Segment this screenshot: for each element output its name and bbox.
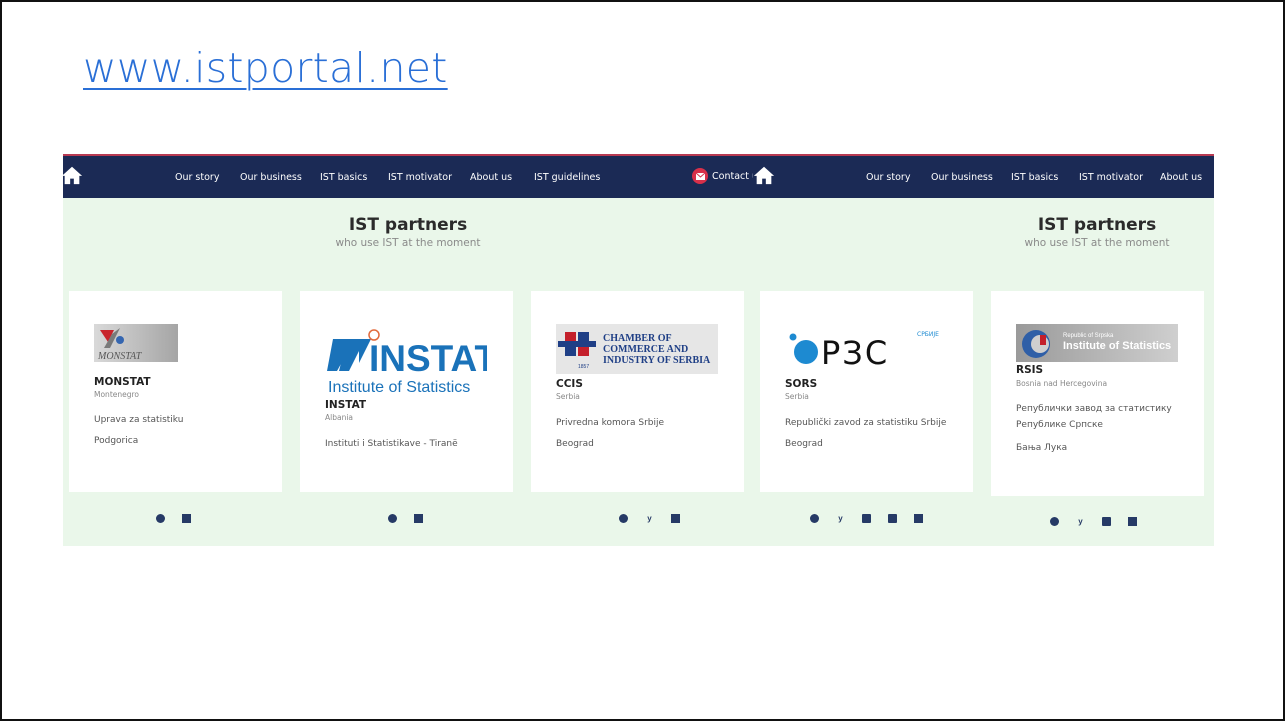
globe-icon[interactable] — [810, 514, 819, 523]
nav-ist-motivator[interactable]: IST motivator — [1079, 172, 1143, 183]
rsis-logo-small-text: Republic of Srpska — [1063, 333, 1114, 339]
twitter-icon[interactable]: y — [645, 514, 654, 523]
partner-name: Републички завод за статистику — [1016, 404, 1172, 414]
navbar: Our story Our business IST basics IST mo… — [63, 154, 753, 198]
partner-city: Beograd — [556, 439, 594, 449]
social-links-instat — [388, 514, 423, 523]
partner-name: Uprava za statistiku — [94, 415, 184, 425]
nav-our-story[interactable]: Our story — [866, 172, 910, 183]
section-subtitle: who use IST at the moment — [1024, 237, 1170, 249]
monstat-logo-text: MONSTAT — [97, 351, 143, 362]
navbar: Our story Our business IST basics IST mo… — [753, 154, 1214, 198]
partner-card-monstat[interactable]: MONSTAT MONSTAT Montenegro Uprava za sta… — [69, 291, 282, 492]
partner-country: Montenegro — [94, 390, 140, 399]
globe-icon[interactable] — [156, 514, 165, 523]
partner-city: Бања Лука — [1016, 443, 1068, 453]
sors-logo-text: РЗС — [821, 334, 889, 372]
partner-card-instat[interactable]: INSTAT Institute of Statistics INSTAT Al… — [300, 291, 513, 492]
ccis-logo-text-2: COMMERCE AND — [603, 344, 688, 355]
twitter-icon[interactable]: y — [836, 514, 845, 523]
rsis-logo-text: Institute of Statistics — [1063, 340, 1171, 352]
sors-logo-small-text: СРБИЈЕ — [917, 331, 939, 338]
social-links-sors: y — [810, 514, 923, 523]
envelope-icon[interactable] — [182, 514, 191, 523]
ccis-logo: 1857 CHAMBER OF COMMERCE AND INDUSTRY OF… — [556, 324, 718, 374]
partner-name: Privredna komora Srbije — [556, 418, 665, 428]
nav-ist-guidelines[interactable]: IST guidelines — [534, 172, 600, 183]
partner-city: Podgorica — [94, 436, 139, 446]
social-links-rsis: y — [1050, 517, 1137, 526]
nav-about-us[interactable]: About us — [470, 172, 512, 183]
section-subtitle: who use IST at the moment — [335, 237, 481, 249]
partner-code: RSIS — [1016, 364, 1044, 376]
monstat-logo: MONSTAT — [94, 324, 178, 362]
website-screenshot-right: Our story Our business IST basics IST mo… — [753, 154, 1214, 546]
partner-country: Bosnia nad Hercegovina — [1016, 379, 1108, 388]
partner-city: Beograd — [785, 439, 823, 449]
partner-name: Republički zavod za statistiku Srbije — [785, 418, 947, 428]
envelope-icon[interactable] — [914, 514, 923, 523]
instat-logo: INSTAT Institute of Statistics — [327, 329, 487, 396]
website-screenshot-left: Our story Our business IST basics IST mo… — [63, 154, 753, 546]
section-title: IST partners — [1037, 215, 1157, 235]
partner-name: Instituti i Statistikave - Tiranë — [325, 439, 458, 449]
section-title: IST partners — [348, 215, 468, 235]
portal-link[interactable]: www.istportal.net — [83, 44, 448, 92]
contact-us-button[interactable]: Contact u — [692, 168, 753, 184]
partner-card-sors[interactable]: РЗС СРБИЈЕ SORS Serbia Republički zavod … — [760, 291, 973, 492]
social-links-monstat — [156, 514, 191, 523]
social-links-ccis: y — [619, 514, 680, 523]
partner-country: Albania — [325, 413, 354, 422]
partner-card-rsis[interactable]: Republic of Srpska Institute of Statisti… — [991, 291, 1204, 496]
envelope-icon[interactable] — [414, 514, 423, 523]
nav-our-business[interactable]: Our business — [931, 172, 993, 183]
instat-logo-text: INSTAT — [369, 338, 487, 379]
rss-icon[interactable] — [862, 514, 871, 523]
partner-code: SORS — [785, 378, 818, 390]
nav-about-us[interactable]: About us — [1160, 172, 1202, 183]
twitter-icon[interactable]: y — [1076, 517, 1085, 526]
nav-ist-basics[interactable]: IST basics — [1011, 172, 1058, 183]
partner-country: Serbia — [785, 392, 809, 401]
globe-icon[interactable] — [619, 514, 628, 523]
home-icon[interactable] — [63, 164, 83, 186]
instat-logo-subtitle: Institute of Statistics — [328, 379, 470, 396]
nav-ist-basics[interactable]: IST basics — [320, 172, 367, 183]
nav-our-story[interactable]: Our story — [175, 172, 219, 183]
ccis-logo-text-1: CHAMBER OF — [603, 333, 672, 344]
presentation-slide: www.istportal.net Our story Our business… — [0, 0, 1285, 721]
globe-icon[interactable] — [388, 514, 397, 523]
partner-country: Serbia — [556, 392, 580, 401]
partner-code: MONSTAT — [94, 376, 151, 388]
envelope-icon[interactable] — [671, 514, 680, 523]
rss-icon[interactable] — [1102, 517, 1111, 526]
contact-us-label: Contact u — [712, 170, 753, 182]
envelope-icon — [692, 168, 708, 184]
partner-name-line2: Републике Српске — [1016, 420, 1103, 430]
ccis-logo-year: 1857 — [578, 364, 589, 370]
nav-ist-motivator[interactable]: IST motivator — [388, 172, 452, 183]
partner-code: INSTAT — [325, 399, 367, 411]
globe-icon[interactable] — [1050, 517, 1059, 526]
partner-card-ccis[interactable]: 1857 CHAMBER OF COMMERCE AND INDUSTRY OF… — [531, 291, 744, 492]
youtube-icon[interactable] — [888, 514, 897, 523]
partner-code: CCIS — [556, 378, 583, 390]
home-icon[interactable] — [753, 164, 775, 186]
sors-logo: РЗС СРБИЈЕ — [789, 331, 939, 372]
envelope-icon[interactable] — [1128, 517, 1137, 526]
ccis-logo-text-3: INDUSTRY OF SERBIA — [603, 355, 711, 366]
rsis-logo: Republic of Srpska Institute of Statisti… — [1016, 324, 1178, 362]
nav-our-business[interactable]: Our business — [240, 172, 302, 183]
